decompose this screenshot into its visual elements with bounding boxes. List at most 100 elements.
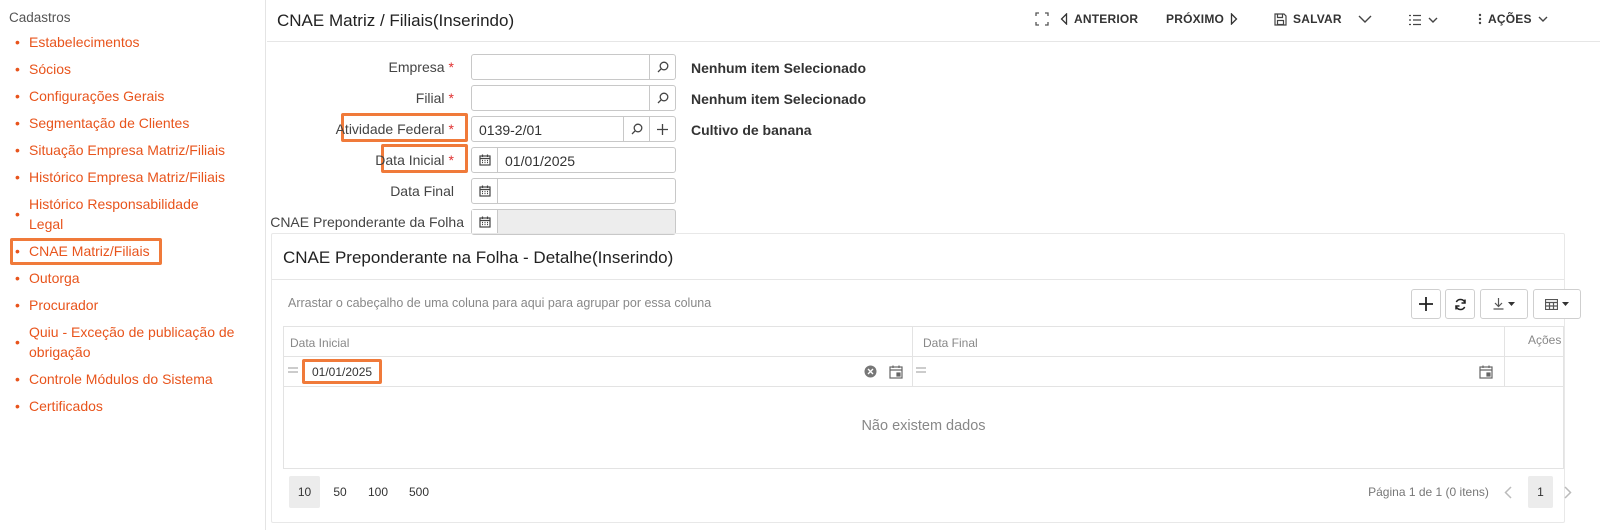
column-header-acoes: Ações [1528,333,1562,347]
chevron-left-icon [1060,13,1068,25]
next-page-button[interactable] [1558,476,1578,508]
next-button[interactable]: PRÓXIMO [1166,12,1238,26]
sidebar-item-historico-empresa[interactable]: • Histórico Empresa Matriz/Filiais [15,167,235,187]
sidebar-item-socios[interactable]: • Sócios [15,59,235,79]
divider [272,279,1564,280]
sidebar-item-label: Procurador [29,297,99,313]
filter-equals-icon[interactable] [288,367,298,373]
more-vertical-icon [1478,13,1482,25]
atividade-federal-input[interactable]: 0139-2/01 [471,116,676,142]
save-options-dropdown[interactable] [1358,14,1372,24]
clear-icon[interactable] [864,365,877,378]
required-mark: * [448,59,454,75]
refresh-button[interactable] [1445,289,1475,319]
sidebar-item-segmentacao-clientes[interactable]: • Segmentação de Clientes [15,113,235,133]
empresa-input[interactable] [471,54,676,80]
save-label: SALVAR [1293,12,1342,26]
search-icon [631,123,642,135]
list-view-dropdown[interactable] [1408,14,1438,26]
column-chooser-button[interactable] [1533,289,1581,319]
export-dropdown-button[interactable] [1480,289,1528,319]
bullet-icon: • [15,169,20,185]
previous-button[interactable]: ANTERIOR [1060,12,1138,26]
calendar-icon [478,216,491,228]
sidebar-item-outorga[interactable]: • Outorga [15,268,235,288]
previous-page-button[interactable] [1498,476,1518,508]
atividade-add-button[interactable] [649,117,675,141]
actions-menu-button[interactable]: AÇÕES [1478,12,1548,26]
column-header-data-final[interactable]: Data Final [923,336,978,350]
plus-icon [657,123,668,135]
cnae-folha-label: CNAE Preponderante da Folha [270,214,464,230]
atividade-search-button[interactable] [623,117,649,141]
cnae-folha-field-row: CNAE Preponderante da Folha [266,209,466,235]
atividade-value: 0139-2/01 [479,122,543,138]
sidebar-title: Cadastros [9,10,71,25]
filial-input[interactable] [471,85,676,111]
filter-data-inicial-input[interactable]: 01/01/2025 [312,365,372,379]
chevron-right-icon [1230,13,1238,25]
save-button[interactable]: SALVAR [1274,12,1342,26]
download-icon [1493,298,1504,310]
atividade-description: Cultivo de banana [691,122,812,138]
current-page-button[interactable]: 1 [1528,476,1553,508]
bullet-icon: • [15,61,20,77]
table-icon [1545,298,1558,310]
page-size-10[interactable]: 10 [289,476,320,508]
page-title: CNAE Matriz / Filiais(Inserindo) [277,11,515,30]
sidebar-item-configuracoes-gerais[interactable]: • Configurações Gerais [15,86,235,106]
empresa-label-text: Empresa [388,59,445,75]
search-icon [657,92,668,104]
sidebar-item-quiu-excecao[interactable]: • Quiu - Exceção de publicação de obriga… [15,322,237,362]
bullet-icon: • [15,115,20,131]
bullet-icon: • [15,34,20,50]
data-inicial-calendar-button[interactable] [472,148,498,172]
data-final-calendar-button[interactable] [472,179,498,203]
fullscreen-icon [1035,12,1049,26]
data-final-input[interactable] [471,178,676,204]
sidebar-item-controle-modulos[interactable]: • Controle Módulos do Sistema [15,369,235,389]
data-final-label: Data Final [390,183,454,199]
sidebar-item-procurador[interactable]: • Procurador [15,295,235,315]
sidebar-item-label: CNAE Matriz/Filiais [29,243,150,259]
filter-equals-icon[interactable] [916,367,926,373]
page-info: Página 1 de 1 (0 itens) [1368,485,1489,499]
filial-label-text: Filial [415,90,445,106]
sidebar-item-cnae-matriz-filiais[interactable]: • CNAE Matriz/Filiais [15,241,235,261]
column-header-data-inicial[interactable]: Data Inicial [290,336,349,350]
next-label: PRÓXIMO [1166,12,1225,26]
filial-search-button[interactable] [649,86,675,110]
sidebar-item-label: Segmentação de Clientes [29,115,190,131]
sidebar-item-estabelecimentos[interactable]: • Estabelecimentos [15,32,235,52]
detail-title: CNAE Preponderante na Folha - Detalhe(In… [283,248,674,267]
page-header: CNAE Matriz / Filiais(Inserindo) ANTERIO… [267,0,1600,42]
empresa-search-button[interactable] [649,55,675,79]
bullet-icon: • [15,243,20,259]
fullscreen-button[interactable] [1035,12,1049,26]
sidebar-item-situacao-empresa[interactable]: • Situação Empresa Matriz/Filiais [15,140,235,160]
add-row-button[interactable] [1411,289,1441,319]
data-inicial-field-row: Data Inicial * [266,147,462,173]
sidebar-item-label: Histórico Responsabilidade Legal [29,196,199,232]
bullet-icon: • [15,142,20,158]
data-inicial-input[interactable]: 01/01/2025 [471,147,676,173]
filial-label: Filial * [416,90,454,106]
calendar-icon [478,185,491,197]
chevron-right-icon [1564,485,1572,499]
page-size-500[interactable]: 500 [402,476,436,508]
cnae-folha-calendar-button[interactable] [472,210,498,234]
filial-field-row: Filial * [266,85,462,111]
empresa-label: Empresa * [389,59,454,75]
required-mark: * [448,152,454,168]
bullet-icon: • [15,206,20,222]
data-final-field-row: Data Final [266,178,462,204]
sidebar-item-historico-responsabilidade[interactable]: • Histórico Responsabilidade Legal [15,194,215,234]
page-size-100[interactable]: 100 [362,476,394,508]
data-inicial-label: Data Inicial * [375,152,454,168]
sidebar-item-certificados[interactable]: • Certificados [15,396,235,416]
bullet-icon: • [15,334,20,350]
calendar-icon[interactable] [889,365,903,379]
page-size-50[interactable]: 50 [325,476,355,508]
calendar-icon[interactable] [1479,365,1493,379]
sidebar-item-label: Estabelecimentos [29,34,140,50]
